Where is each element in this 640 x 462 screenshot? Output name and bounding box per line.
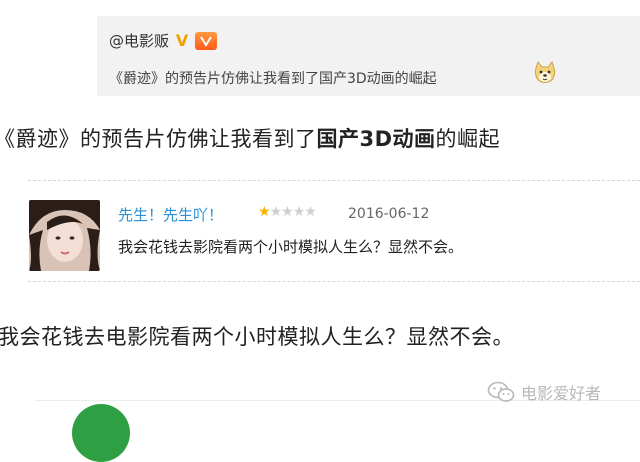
level-badge-icon	[195, 31, 218, 50]
avatar[interactable]	[29, 200, 100, 271]
headline-prefix: 《爵迹》的预告片仿佛让我看到了	[0, 127, 317, 151]
wechat-icon	[487, 381, 515, 402]
weibo-user-row: @电影贩 V	[109, 30, 218, 51]
avatar-portrait-image	[29, 200, 100, 271]
review-comment-card: 先生！先生吖！ ★★★★★ 2016-06-12 我会花钱去影院看两个小时模拟人…	[28, 180, 640, 282]
comment-date: 2016-06-12	[348, 206, 430, 222]
star-empty-icon: ★	[292, 204, 306, 220]
star-empty-icon: ★	[281, 204, 294, 220]
star-empty-icon: ★	[304, 204, 317, 220]
headline-suffix: 的崛起	[435, 127, 501, 151]
quote-text: 我会花钱去电影院看两个小时模拟人生么？显然不会。	[0, 325, 514, 349]
comment-text: 我会花钱去影院看两个小时模拟人生么？显然不会。	[118, 238, 464, 256]
weibo-username[interactable]: @电影贩	[109, 30, 169, 51]
star-full-icon: ★	[258, 204, 271, 220]
watermark: 电影爱好者	[487, 380, 601, 404]
green-circle-decoration	[72, 404, 130, 462]
headline-highlight: 国产3D动画	[316, 127, 436, 151]
headline-text: 《爵迹》的预告片仿佛让我看到了国产3D动画的崛起	[0, 123, 500, 153]
weibo-post-card: @电影贩 V 《爵迹》的预告片仿佛让我看到了国产3D动画的崛起	[97, 16, 640, 96]
verified-v-icon: V	[175, 31, 189, 50]
comment-author-name[interactable]: 先生！先生吖！	[118, 204, 223, 225]
star-empty-icon: ★	[269, 204, 283, 220]
weibo-post-text: 《爵迹》的预告片仿佛让我看到了国产3D动画的崛起	[109, 71, 437, 87]
doge-emoji-icon	[534, 60, 556, 83]
rating-stars: ★★★★★	[258, 204, 317, 220]
watermark-text: 电影爱好者	[521, 384, 602, 403]
